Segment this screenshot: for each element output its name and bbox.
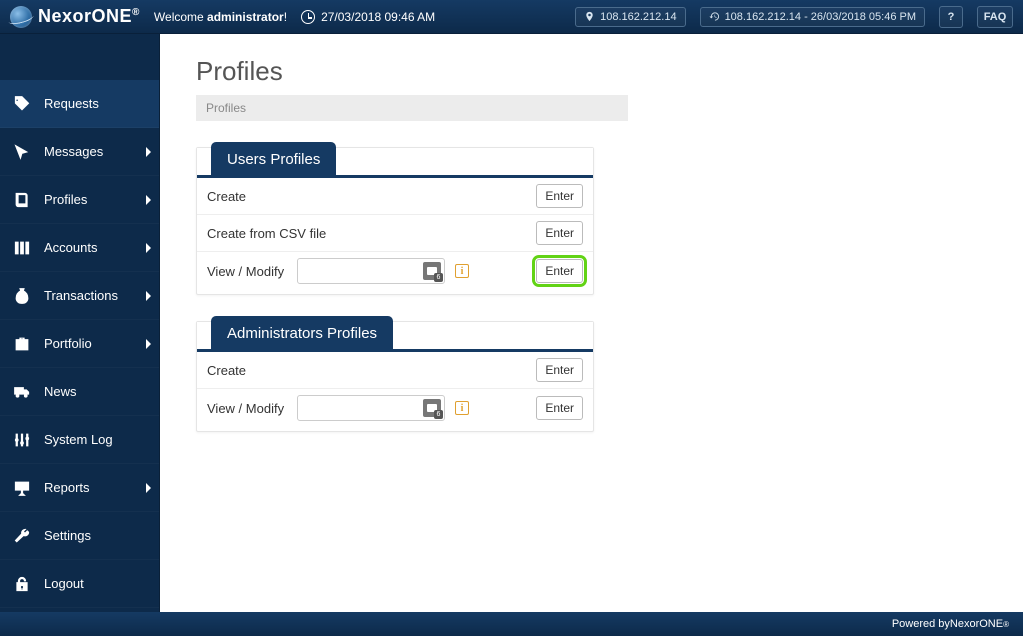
row-view-modify-user: View / Modify i Enter bbox=[197, 252, 593, 294]
chevron-right-icon bbox=[146, 243, 151, 253]
enter-button-create-user[interactable]: Enter bbox=[536, 184, 583, 208]
main-content: Profiles Profiles Users Profiles Create … bbox=[160, 34, 1023, 612]
chevron-right-icon bbox=[146, 483, 151, 493]
moneybag-icon bbox=[12, 286, 32, 306]
location-pin-icon bbox=[584, 11, 595, 22]
chevron-right-icon bbox=[146, 195, 151, 205]
panel-admin-profiles: Administrators Profiles Create Enter Vie… bbox=[196, 321, 594, 432]
sidebar-item-news[interactable]: News bbox=[0, 368, 159, 416]
tag-icon bbox=[12, 94, 32, 114]
sidebar-item-label: Logout bbox=[44, 576, 84, 591]
sidebar-item-label: Settings bbox=[44, 528, 91, 543]
welcome-text: Welcome administrator! bbox=[154, 10, 287, 24]
label-create-user-csv: Create from CSV file bbox=[207, 226, 526, 241]
enter-button-view-modify-admin[interactable]: Enter bbox=[536, 396, 583, 420]
faq-button[interactable]: FAQ bbox=[977, 6, 1013, 28]
sidebar-item-label: Requests bbox=[44, 96, 99, 111]
enter-button-create-admin[interactable]: Enter bbox=[536, 358, 583, 382]
sidebar-item-requests[interactable]: Requests bbox=[0, 80, 159, 128]
footer: Powered by NexorONE® bbox=[0, 612, 1023, 636]
row-view-modify-admin: View / Modify i Enter bbox=[197, 389, 593, 431]
server-datetime: 27/03/2018 09:46 AM bbox=[301, 10, 435, 24]
info-icon[interactable]: i bbox=[455, 264, 469, 278]
sliders-icon bbox=[12, 430, 32, 450]
wrench-icon bbox=[12, 526, 32, 546]
globe-icon bbox=[10, 6, 32, 28]
panel-users-profiles: Users Profiles Create Enter Create from … bbox=[196, 147, 594, 295]
enter-button-create-user-csv[interactable]: Enter bbox=[536, 221, 583, 245]
sidebar-item-messages[interactable]: Messages bbox=[0, 128, 159, 176]
sidebar-item-portfolio[interactable]: Portfolio bbox=[0, 320, 159, 368]
row-create-user-csv: Create from CSV file Enter bbox=[197, 215, 593, 252]
breadcrumb: Profiles bbox=[196, 95, 628, 121]
sidebar-item-label: Reports bbox=[44, 480, 90, 495]
enter-button-view-modify-user[interactable]: Enter bbox=[536, 259, 583, 283]
current-ip-chip[interactable]: 108.162.212.14 bbox=[575, 7, 685, 27]
sidebar-item-transactions[interactable]: Transactions bbox=[0, 272, 159, 320]
lookup-icon[interactable] bbox=[423, 262, 441, 280]
label-view-modify-admin: View / Modify bbox=[207, 401, 287, 416]
brand-name: NexorONE® bbox=[38, 6, 140, 27]
info-icon[interactable]: i bbox=[455, 401, 469, 415]
label-view-modify-user: View / Modify bbox=[207, 264, 287, 279]
chevron-right-icon bbox=[146, 291, 151, 301]
sidebar-item-label: Transactions bbox=[44, 288, 118, 303]
book-icon bbox=[12, 190, 32, 210]
sidebar-item-label: Portfolio bbox=[44, 336, 92, 351]
sidebar-item-system-log[interactable]: System Log bbox=[0, 416, 159, 464]
sidebar-item-label: Messages bbox=[44, 144, 103, 159]
sidebar: Requests Messages Profiles Accounts Transact… bbox=[0, 34, 160, 612]
panel-tab-users: Users Profiles bbox=[211, 142, 336, 176]
ip-history-chip[interactable]: 108.162.212.14 - 26/03/2018 05:46 PM bbox=[700, 7, 925, 27]
help-button[interactable]: ? bbox=[939, 6, 963, 28]
cursor-icon bbox=[12, 142, 32, 162]
briefcase-icon bbox=[12, 334, 32, 354]
truck-icon bbox=[12, 382, 32, 402]
sidebar-item-label: System Log bbox=[44, 432, 113, 447]
panel-tab-admins: Administrators Profiles bbox=[211, 316, 393, 350]
sidebar-item-label: Profiles bbox=[44, 192, 87, 207]
sidebar-item-label: Accounts bbox=[44, 240, 97, 255]
layout: Requests Messages Profiles Accounts Transact… bbox=[0, 34, 1023, 612]
sidebar-item-logout[interactable]: Logout bbox=[0, 560, 159, 608]
row-create-admin: Create Enter bbox=[197, 352, 593, 389]
sidebar-item-label: News bbox=[44, 384, 77, 399]
sidebar-item-settings[interactable]: Settings bbox=[0, 512, 159, 560]
presentation-icon bbox=[12, 478, 32, 498]
history-icon bbox=[709, 11, 720, 22]
lock-icon bbox=[12, 574, 32, 594]
lookup-icon[interactable] bbox=[423, 399, 441, 417]
topbar: NexorONE® Welcome administrator! 27/03/2… bbox=[0, 0, 1023, 34]
label-create-admin: Create bbox=[207, 363, 526, 378]
brand-logo[interactable]: NexorONE® bbox=[10, 6, 140, 28]
chevron-right-icon bbox=[146, 147, 151, 157]
row-create-user: Create Enter bbox=[197, 178, 593, 215]
chevron-right-icon bbox=[146, 339, 151, 349]
sidebar-item-reports[interactable]: Reports bbox=[0, 464, 159, 512]
label-create-user: Create bbox=[207, 189, 526, 204]
sidebar-item-accounts[interactable]: Accounts bbox=[0, 224, 159, 272]
clock-icon bbox=[301, 10, 315, 24]
columns-icon bbox=[12, 238, 32, 258]
page-title: Profiles bbox=[196, 56, 1023, 87]
sidebar-item-profiles[interactable]: Profiles bbox=[0, 176, 159, 224]
